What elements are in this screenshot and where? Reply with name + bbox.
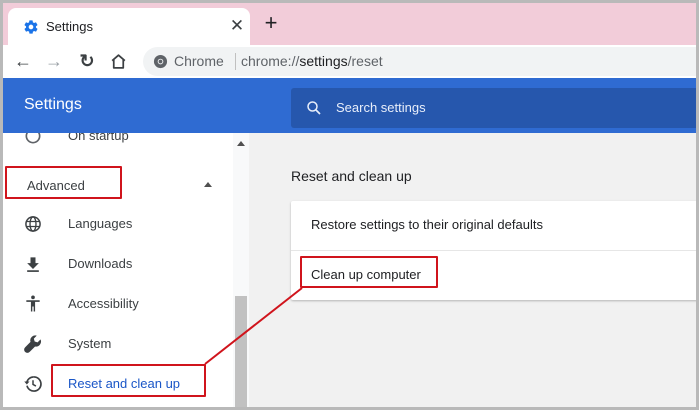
sidebar-scrollbar[interactable] bbox=[233, 133, 249, 407]
highlight-advanced bbox=[5, 166, 122, 199]
site-label: Chrome bbox=[174, 53, 224, 69]
scroll-up-arrow-icon[interactable] bbox=[237, 141, 245, 146]
reload-icon[interactable]: ↻ bbox=[77, 51, 97, 71]
sidebar-item-label: Languages bbox=[68, 216, 133, 231]
sidebar-item-system[interactable]: System bbox=[3, 325, 231, 363]
search-placeholder: Search settings bbox=[336, 100, 426, 115]
row-label: Restore settings to their original defau… bbox=[311, 217, 543, 232]
sidebar-item-accessibility[interactable]: Accessibility bbox=[3, 285, 231, 323]
forward-arrow-icon[interactable]: → bbox=[44, 51, 64, 71]
url-path: /reset bbox=[347, 53, 383, 69]
highlight-reset-and-clean-up bbox=[51, 364, 206, 397]
sidebar-item-on-startup[interactable]: On startup bbox=[3, 133, 231, 155]
url-prefix: chrome:// bbox=[241, 53, 300, 69]
sidebar-item-label: Accessibility bbox=[68, 296, 139, 311]
search-input[interactable]: Search settings bbox=[291, 88, 696, 128]
power-icon bbox=[25, 133, 41, 144]
back-arrow-icon[interactable]: ← bbox=[13, 51, 33, 71]
sidebar-item-languages[interactable]: Languages bbox=[3, 205, 231, 243]
page-title: Settings bbox=[24, 96, 82, 113]
tab-title: Settings bbox=[46, 19, 93, 34]
url-text: chrome://settings/reset bbox=[241, 53, 383, 69]
settings-header: Settings Search settings bbox=[3, 78, 696, 133]
close-icon[interactable]: ✕ bbox=[228, 17, 246, 35]
download-icon bbox=[27, 257, 39, 272]
section-title: Reset and clean up bbox=[291, 168, 412, 184]
restore-defaults-row[interactable]: Restore settings to their original defau… bbox=[291, 201, 696, 250]
chrome-site-icon bbox=[153, 54, 168, 69]
sidebar-item-label: System bbox=[68, 336, 112, 351]
new-tab-button[interactable]: + bbox=[260, 12, 282, 35]
url-host: settings bbox=[299, 53, 348, 69]
scroll-thumb[interactable] bbox=[235, 296, 247, 407]
browser-toolbar: ← → ↻ Chrome chrome://settings/reset bbox=[3, 45, 696, 78]
accessibility-icon bbox=[26, 295, 40, 312]
gear-icon bbox=[24, 20, 38, 34]
sidebar-item-label: On startup bbox=[68, 133, 129, 143]
highlight-clean-up-computer bbox=[300, 256, 438, 288]
search-icon bbox=[307, 101, 321, 115]
address-separator bbox=[235, 53, 236, 70]
sidebar-item-downloads[interactable]: Downloads bbox=[3, 245, 231, 283]
globe-icon bbox=[25, 216, 41, 232]
chevron-up-icon bbox=[204, 182, 212, 187]
address-bar[interactable]: Chrome chrome://settings/reset bbox=[143, 47, 696, 76]
history-icon bbox=[24, 376, 42, 392]
tab-strip: Settings ✕ + bbox=[3, 3, 696, 45]
tab-settings[interactable]: Settings ✕ bbox=[8, 8, 250, 45]
sidebar-item-label: Downloads bbox=[68, 256, 133, 271]
home-icon[interactable] bbox=[109, 52, 128, 71]
browser-window: Settings ✕ + ← → ↻ Chrome chrome://setti… bbox=[3, 3, 696, 407]
wrench-icon bbox=[24, 335, 41, 353]
